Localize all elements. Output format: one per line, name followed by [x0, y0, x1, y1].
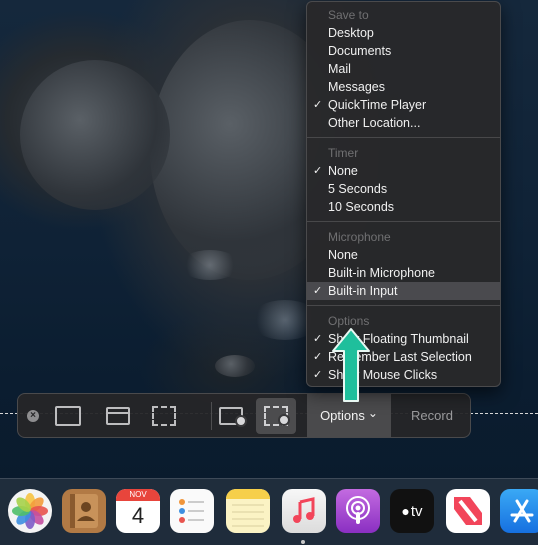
- capture-entire-screen-icon: [55, 406, 81, 426]
- contacts-icon[interactable]: [62, 489, 106, 533]
- menu-item-built-in-microphone[interactable]: Built-in Microphone: [307, 264, 500, 282]
- menu-item-timer-none[interactable]: ✓ None: [307, 162, 500, 180]
- menu-item-10-seconds[interactable]: 10 Seconds: [307, 198, 500, 216]
- menu-item-label: Built-in Input: [328, 284, 398, 298]
- menu-item-documents[interactable]: Documents: [307, 42, 500, 60]
- capture-selection-icon: [152, 406, 176, 426]
- chevron-down-icon: ⌄: [367, 405, 378, 420]
- menu-item-label: Mail: [328, 62, 351, 76]
- music-icon[interactable]: [282, 489, 326, 533]
- menu-item-quicktime-player[interactable]: ✓ QuickTime Player: [307, 96, 500, 114]
- menu-separator: [307, 305, 500, 306]
- menu-item-built-in-input[interactable]: ✓ Built-in Input: [307, 282, 500, 300]
- calendar-icon[interactable]: NOV 4: [116, 489, 160, 533]
- notes-icon[interactable]: [226, 489, 270, 533]
- menu-item-label: None: [328, 164, 358, 178]
- menu-item-messages[interactable]: Messages: [307, 78, 500, 96]
- menu-separator: [307, 221, 500, 222]
- capture-selection-button[interactable]: [148, 402, 180, 430]
- capture-window-button[interactable]: [102, 402, 134, 430]
- menu-separator: [307, 137, 500, 138]
- photos-icon[interactable]: [8, 489, 52, 533]
- calendar-month: NOV: [116, 489, 160, 501]
- menu-item-label: 5 Seconds: [328, 182, 388, 196]
- menu-item-label: QuickTime Player: [328, 98, 427, 112]
- app-store-icon[interactable]: [500, 489, 538, 533]
- podcasts-icon[interactable]: [336, 489, 380, 533]
- menu-item-desktop[interactable]: Desktop: [307, 24, 500, 42]
- menu-item-5-seconds[interactable]: 5 Seconds: [307, 180, 500, 198]
- menu-section-header-timer: Timer: [328, 146, 359, 160]
- menu-item-mail[interactable]: Mail: [307, 60, 500, 78]
- record-selection-icon: [264, 406, 290, 426]
- capture-entire-screen-button[interactable]: [52, 402, 84, 430]
- record-selection-button[interactable]: [258, 402, 294, 430]
- checkmark-icon: ✓: [313, 99, 323, 111]
- news-icon[interactable]: [446, 489, 490, 533]
- screenshot-toolbar: × Options ⌄ Record: [17, 393, 471, 438]
- annotation-arrow-icon: [332, 328, 370, 402]
- menu-section-header-microphone: Microphone: [328, 230, 391, 244]
- close-button[interactable]: ×: [26, 409, 40, 423]
- record-label: Record: [411, 408, 453, 423]
- menu-item-label: 10 Seconds: [328, 200, 395, 214]
- calendar-day: 4: [131, 503, 145, 528]
- menu-item-microphone-none[interactable]: None: [307, 246, 500, 264]
- menu-item-label: Documents: [328, 44, 392, 58]
- apple-tv-icon[interactable]: ● tv: [390, 489, 434, 533]
- record-entire-screen-button[interactable]: [211, 402, 251, 430]
- menu-item-other-location[interactable]: Other Location...: [307, 114, 500, 132]
- capture-window-icon: [106, 407, 130, 425]
- checkmark-icon: ✓: [313, 351, 323, 363]
- close-icon: ×: [27, 410, 39, 422]
- reminders-icon[interactable]: [170, 489, 214, 533]
- record-button[interactable]: Record: [393, 394, 471, 437]
- menu-item-label: Built-in Microphone: [328, 266, 435, 280]
- menu-item-label: None: [328, 248, 358, 262]
- menu-item-label: Desktop: [328, 26, 374, 40]
- record-entire-screen-icon: [219, 407, 247, 427]
- running-app-indicator: [301, 540, 305, 544]
- checkmark-icon: ✓: [313, 333, 323, 345]
- checkmark-icon: ✓: [313, 165, 323, 177]
- menu-section-header-save-to: Save to: [328, 8, 369, 22]
- checkmark-icon: ✓: [313, 369, 323, 381]
- menu-item-label: Other Location...: [328, 116, 421, 130]
- dock: NOV 4 ● tv: [0, 478, 538, 545]
- menu-item-label: Messages: [328, 80, 385, 94]
- checkmark-icon: ✓: [313, 285, 323, 297]
- options-label: Options: [320, 408, 365, 423]
- apple-tv-label: tv: [410, 502, 423, 520]
